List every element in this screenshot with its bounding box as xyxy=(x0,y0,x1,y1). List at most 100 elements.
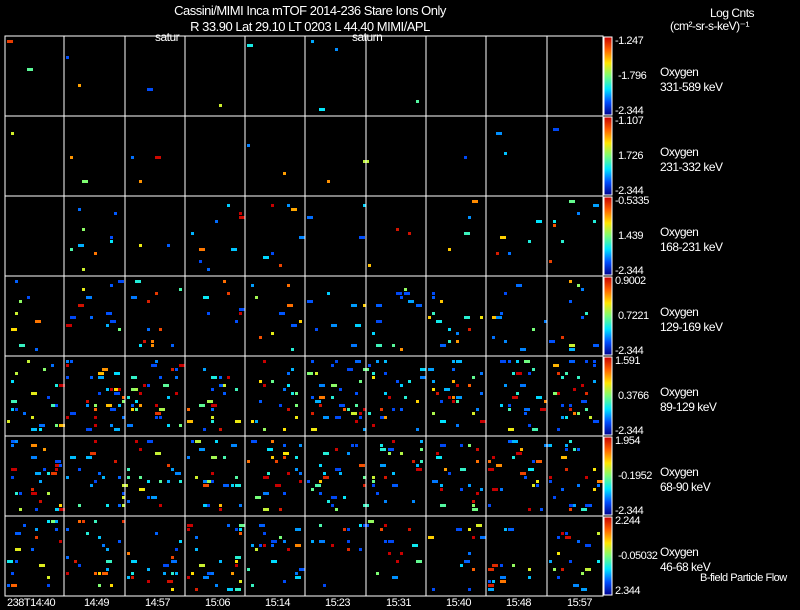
data-cell xyxy=(131,408,134,411)
x-tick-label: 15:57 xyxy=(567,597,593,609)
data-cell xyxy=(31,548,34,551)
data-cell xyxy=(283,492,286,495)
data-cell xyxy=(263,508,269,511)
data-cell xyxy=(347,528,350,531)
data-cell xyxy=(15,492,18,495)
data-cell xyxy=(90,484,93,487)
data-cell xyxy=(139,392,142,395)
data-cell xyxy=(577,540,580,543)
data-cell xyxy=(500,404,503,407)
data-cell xyxy=(561,416,564,419)
data-cell xyxy=(131,576,134,579)
data-cell xyxy=(203,484,209,487)
data-cell xyxy=(464,316,470,319)
data-cell xyxy=(291,324,297,327)
data-cell xyxy=(516,360,519,363)
data-cell xyxy=(549,480,552,483)
data-cell xyxy=(565,416,568,419)
data-cell xyxy=(163,572,166,575)
data-cell xyxy=(464,232,470,235)
data-cell xyxy=(388,448,394,451)
data-cell xyxy=(549,444,552,447)
data-cell xyxy=(31,392,37,395)
data-cell xyxy=(299,472,302,475)
data-cell xyxy=(597,484,600,487)
data-cell xyxy=(581,400,587,403)
data-cell xyxy=(432,388,435,391)
data-cell xyxy=(219,428,222,431)
data-cell xyxy=(47,472,50,475)
data-cell xyxy=(500,576,506,579)
data-cell xyxy=(553,364,559,367)
data-cell xyxy=(135,280,141,283)
data-cell xyxy=(508,360,511,363)
data-cell xyxy=(227,524,230,527)
data-cell xyxy=(263,532,266,535)
data-cell xyxy=(476,524,482,527)
data-cell xyxy=(55,528,58,531)
data-cell xyxy=(589,504,592,507)
data-cell xyxy=(331,504,334,507)
data-cell xyxy=(440,444,446,447)
data-cell xyxy=(70,412,76,415)
data-cell xyxy=(43,468,46,471)
data-cell xyxy=(94,424,97,427)
data-cell xyxy=(255,420,258,423)
data-cell xyxy=(299,236,305,239)
data-cell xyxy=(251,440,257,443)
data-cell xyxy=(66,360,69,363)
data-cell xyxy=(191,232,194,235)
data-cell xyxy=(35,528,38,531)
data-cell xyxy=(295,572,298,575)
data-cell xyxy=(11,444,14,447)
data-cell xyxy=(327,292,330,295)
colorbar-max: 0.9002 xyxy=(615,275,646,287)
data-cell xyxy=(231,248,237,251)
data-cell xyxy=(110,236,113,239)
data-cell xyxy=(187,456,190,459)
data-cell xyxy=(448,340,451,343)
data-cell xyxy=(311,540,314,543)
data-cell xyxy=(171,588,174,591)
data-cell xyxy=(147,384,150,387)
data-cell xyxy=(90,316,93,319)
data-cell xyxy=(311,360,314,363)
data-cell xyxy=(47,576,50,579)
data-cell xyxy=(255,496,261,499)
data-cell xyxy=(283,456,286,459)
data-cell xyxy=(416,100,419,103)
data-cell xyxy=(295,404,298,407)
data-cell xyxy=(211,376,217,379)
data-cell xyxy=(35,508,38,511)
data-cell xyxy=(456,424,459,427)
data-cell xyxy=(528,372,531,375)
data-cell xyxy=(520,348,526,351)
data-cell xyxy=(327,500,330,503)
data-cell xyxy=(524,360,530,363)
data-cell xyxy=(55,460,61,463)
data-cell xyxy=(114,428,120,431)
data-cell xyxy=(460,564,463,567)
data-cell xyxy=(480,316,483,319)
data-cell xyxy=(155,532,158,535)
data-cell xyxy=(251,284,254,287)
data-cell xyxy=(589,416,592,419)
data-cell xyxy=(163,564,169,567)
data-cell xyxy=(444,388,450,391)
data-cell xyxy=(561,240,564,243)
data-cell xyxy=(283,388,286,391)
data-cell xyxy=(287,548,290,551)
data-cell xyxy=(339,388,342,391)
data-cell xyxy=(275,484,281,487)
data-cell xyxy=(593,364,596,367)
data-cell xyxy=(565,532,568,535)
data-cell xyxy=(585,360,588,363)
data-cell xyxy=(440,344,446,347)
data-cell xyxy=(239,532,242,535)
data-cell xyxy=(504,152,507,155)
data-cell xyxy=(561,336,564,339)
data-cell xyxy=(388,540,394,543)
data-cell xyxy=(259,336,262,339)
data-cell xyxy=(412,500,415,503)
data-cell xyxy=(432,312,435,315)
